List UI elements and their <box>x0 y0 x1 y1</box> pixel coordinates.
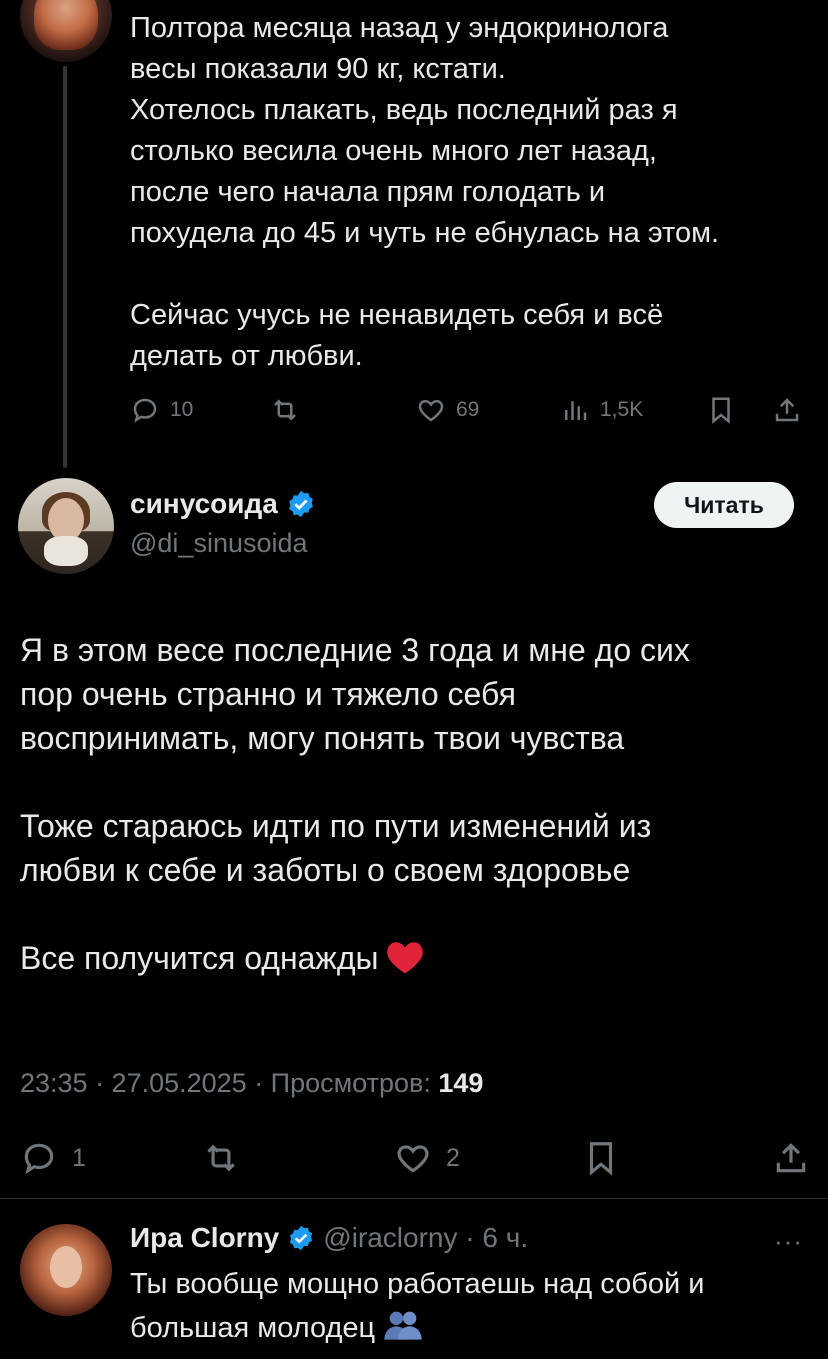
reply-icon <box>133 398 157 423</box>
parent-reply-count: 10 <box>170 398 194 421</box>
share-icon <box>775 398 799 422</box>
parent-retweet-button[interactable] <box>270 392 300 428</box>
parent-views-button[interactable]: 1,5K <box>560 392 643 428</box>
main-reply-button[interactable]: 1 <box>20 1136 86 1180</box>
main-action-bar: 1 2 <box>20 1136 810 1180</box>
main-share-button[interactable] <box>772 1136 810 1180</box>
people-hugging-emoji-icon <box>384 1311 422 1340</box>
retweet-icon <box>207 1144 235 1172</box>
main-tweet-text: Я в этом весе последние 3 года и мне до … <box>20 628 810 980</box>
heart-icon <box>418 399 444 422</box>
main-bookmark-button[interactable] <box>582 1136 620 1180</box>
main-author-name-text: синусоида <box>130 488 278 519</box>
verified-badge-icon <box>288 490 313 518</box>
parent-action-bar: 10 69 1,5K <box>130 392 810 428</box>
parent-bookmark-button[interactable] <box>706 392 736 428</box>
main-author-handle[interactable]: @di_sinusoida <box>130 528 308 559</box>
verified-badge-icon <box>290 1225 313 1251</box>
reply-avatar[interactable] <box>20 1224 112 1316</box>
bookmark-icon <box>589 1142 613 1176</box>
share-icon <box>776 1143 806 1173</box>
reply-author-handle[interactable]: @iraclorny · 6 ч. <box>323 1222 528 1254</box>
main-tweet-text-body: Я в этом весе последние 3 года и мне до … <box>20 632 690 976</box>
follow-button[interactable]: Читать <box>654 482 794 528</box>
tweet-meta: 23:35 · 27.05.2025 · Просмотров: 149 <box>20 1068 483 1099</box>
reply-header: Ира Clorny @iraclorny · 6 ч. <box>130 1222 528 1254</box>
main-avatar[interactable] <box>18 478 114 574</box>
reply-author-name[interactable]: Ира Clorny <box>130 1222 279 1254</box>
red-heart-emoji-icon <box>386 942 423 974</box>
parent-tweet-text: Полтора месяца назад у эндокринолога вес… <box>130 12 720 372</box>
tweet-view-count: 149 <box>438 1068 484 1098</box>
parent-like-button[interactable]: 69 <box>416 392 479 428</box>
bookmark-icon <box>712 397 730 424</box>
parent-view-count: 1,5K <box>600 398 644 421</box>
views-icon <box>565 401 587 420</box>
parent-reply-button[interactable]: 10 <box>130 392 193 428</box>
heart-icon <box>397 1145 429 1173</box>
parent-share-button[interactable] <box>772 392 802 428</box>
main-like-button[interactable]: 2 <box>394 1136 460 1180</box>
thread-line <box>63 66 67 468</box>
divider <box>0 1198 828 1199</box>
reply-tweet-text: Ты вообще мощно работаешь над собой и бо… <box>130 1262 810 1350</box>
main-retweet-button[interactable] <box>202 1136 240 1180</box>
main-like-count: 2 <box>446 1143 460 1172</box>
parent-avatar[interactable] <box>20 0 112 62</box>
more-options-icon[interactable]: ··· <box>774 1226 803 1257</box>
main-author-name[interactable]: синусоида <box>130 488 316 520</box>
parent-like-count: 69 <box>456 398 480 421</box>
retweet-icon <box>274 399 296 421</box>
main-reply-count: 1 <box>72 1143 86 1172</box>
tweet-timestamp[interactable]: 23:35 · 27.05.2025 · Просмотров: <box>20 1068 438 1098</box>
reply-icon <box>24 1143 54 1175</box>
